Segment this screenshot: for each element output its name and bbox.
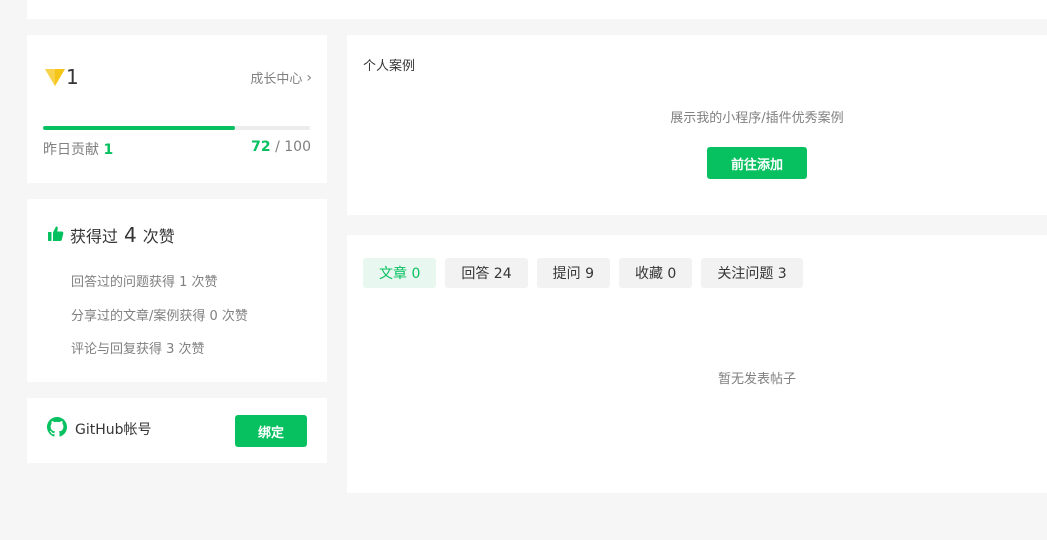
contribution-progress-fill (43, 126, 236, 130)
tab-favorites[interactable]: 收藏 0 (618, 258, 693, 288)
posts-tabs: 文章 0 回答 24 提问 9 收藏 0 关注问题 3 (363, 258, 803, 288)
likes-item-articles: 分享过的文章/案例获得 0 次赞 (71, 309, 248, 324)
case-empty-text: 展示我的小程序/插件优秀案例 (670, 111, 844, 126)
tab-answers[interactable]: 回答 24 (445, 258, 528, 288)
yesterday-contribution: 昨日贡献 1 (43, 139, 113, 159)
github-account: GitHub帐号 (47, 417, 152, 441)
github-card: GitHub帐号 绑定 (27, 398, 327, 463)
level-badge-icon (44, 67, 66, 87)
thumbs-up-icon (47, 225, 70, 246)
tab-questions[interactable]: 提问 9 (536, 258, 610, 288)
contribution-row: 昨日贡献 1 72 / 100 (43, 139, 311, 159)
likes-item-answers: 回答过的问题获得 1 次赞 (71, 275, 218, 290)
growth-center-label: 成长中心 (250, 72, 303, 87)
likes-heading: 获得过 4 次赞 (47, 223, 175, 247)
case-card: 个人案例 展示我的小程序/插件优秀案例 前往添加 (347, 35, 1047, 215)
case-title: 个人案例 (363, 59, 416, 74)
posts-empty-text: 暂无发表帖子 (717, 372, 796, 387)
likes-item-comments: 评论与回复获得 3 次赞 (71, 342, 205, 357)
tab-articles[interactable]: 文章 0 (363, 258, 437, 288)
top-strip (27, 0, 1047, 19)
level-card: 1 成长中心 › 昨日贡献 1 72 / 100 (27, 35, 327, 183)
level-number: 1 (66, 65, 79, 89)
contribution-progress-bar (43, 126, 310, 130)
level-badge: 1 (44, 67, 79, 87)
score-value: 72 (251, 139, 271, 155)
add-case-button[interactable]: 前往添加 (707, 147, 807, 179)
posts-card: 文章 0 回答 24 提问 9 收藏 0 关注问题 3 暂无发表帖子 (347, 235, 1047, 493)
bind-github-button[interactable]: 绑定 (235, 415, 307, 447)
likes-count: 4 (124, 223, 137, 247)
chevron-right-icon: › (306, 69, 312, 86)
growth-center-link[interactable]: 成长中心 › (250, 68, 312, 88)
score-max: / 100 (275, 139, 311, 155)
github-icon (47, 417, 75, 441)
yesterday-value: 1 (103, 142, 114, 158)
likes-prefix: 获得过 (70, 227, 119, 246)
contribution-score: 72 / 100 (251, 139, 311, 159)
yesterday-label: 昨日贡献 (43, 142, 99, 158)
github-label: GitHub帐号 (75, 422, 152, 438)
tab-followed-questions[interactable]: 关注问题 3 (701, 258, 803, 288)
likes-suffix: 次赞 (142, 227, 175, 246)
likes-card: 获得过 4 次赞 回答过的问题获得 1 次赞 分享过的文章/案例获得 0 次赞 … (27, 199, 327, 382)
